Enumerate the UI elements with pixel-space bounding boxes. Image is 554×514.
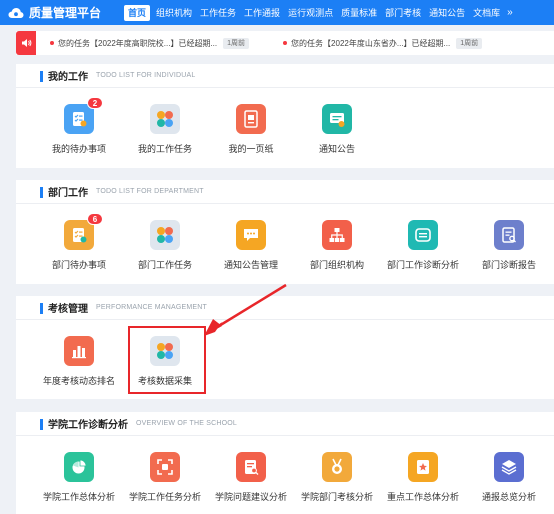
my-work-section: 我的工作 TODO LIST FOR INDIVIDUAL 2 我的待办事项 我… (16, 64, 554, 168)
tile-college-issues-analysis[interactable]: 学院问题建议分析 (208, 452, 294, 503)
tile-announcement-management[interactable]: 通知公告管理 (208, 220, 294, 271)
section-title: 我的工作 (48, 72, 88, 83)
tile-announcements[interactable]: 通知公告 (294, 104, 380, 155)
task-grid-icon (150, 220, 180, 250)
section-title: 部门工作 (48, 188, 88, 199)
top-navigation-bar: 质量管理平台 首页 组织机构 工作任务 工作通报 运行观测点 质量标准 部门考核… (0, 0, 554, 25)
announcement-icon (322, 104, 352, 134)
star-doc-icon (408, 452, 438, 482)
tile-label: 部门待办事项 (51, 260, 106, 270)
search-doc-icon (236, 452, 266, 482)
dot-icon (283, 41, 288, 45)
todo-count-badge: 2 (87, 97, 103, 109)
notice-item[interactable]: 您的任务【2022年度山东省办...】已经超期... 1周前 (283, 37, 483, 49)
tile-label: 通知公告 (318, 144, 355, 154)
tile-college-overall-analysis[interactable]: 学院工作总体分析 (36, 452, 122, 503)
tile-label: 部门组织机构 (309, 260, 364, 270)
notice-text: 您的任务【2022年度高职院校...】已经超期... (58, 38, 218, 48)
notice-bar: 您的任务【2022年度高职院校...】已经超期... 1周前 您的任务【2022… (16, 31, 554, 55)
speaker-icon (16, 31, 36, 55)
tile-key-work-analysis[interactable]: 重点工作总体分析 (380, 452, 466, 503)
section-title: 考核管理 (48, 304, 88, 315)
tile-dept-diagnosis-report[interactable]: 部门诊断报告 (466, 220, 552, 271)
tile-label: 学院工作总体分析 (42, 492, 115, 502)
cloud-logo-icon (8, 7, 24, 19)
checklist-icon: 2 (64, 97, 103, 134)
tile-bulletin-overview[interactable]: 通报总览分析 (466, 452, 552, 503)
drawer-icon (408, 220, 438, 250)
tile-dept-tasks[interactable]: 部门工作任务 (122, 220, 208, 271)
task-grid-icon (150, 104, 180, 134)
section-title: 学院工作诊断分析 (48, 420, 128, 431)
nav-organization[interactable]: 组织机构 (152, 5, 196, 21)
notice-time-tag: 1周前 (223, 37, 250, 49)
tile-label: 我的工作任务 (137, 144, 192, 154)
section-subtitle: TODO LIST FOR DEPARTMENT (96, 188, 204, 195)
tile-my-one-page[interactable]: 我的一页纸 (208, 104, 294, 155)
page-icon (236, 104, 266, 134)
app-title: 质量管理平台 (29, 6, 102, 20)
bar-chart-icon (64, 336, 94, 366)
tile-dept-organization[interactable]: 部门组织机构 (294, 220, 380, 271)
tile-college-task-analysis[interactable]: 学院工作任务分析 (122, 452, 208, 503)
nav-dept-assessment[interactable]: 部门考核 (381, 5, 425, 21)
notice-item[interactable]: 您的任务【2022年度高职院校...】已经超期... 1周前 (50, 37, 250, 49)
main-nav: 首页 组织机构 工作任务 工作通报 运行观测点 质量标准 部门考核 通知公告 文… (124, 0, 516, 25)
dot-icon (50, 41, 54, 45)
tile-label: 重点工作总体分析 (386, 492, 459, 502)
school-analysis-section: 学院工作诊断分析 OVERVIEW OF THE SCHOOL 学院工作总体分析… (16, 412, 554, 514)
highlight-box (128, 326, 206, 394)
tile-college-dept-assessment-analysis[interactable]: 学院部门考核分析 (294, 452, 380, 503)
tile-label: 部门工作诊断分析 (386, 260, 459, 270)
nav-work-tasks[interactable]: 工作任务 (196, 5, 240, 21)
nav-work-bulletin[interactable]: 工作通报 (240, 5, 284, 21)
notice-time-tag: 1周前 (456, 37, 483, 49)
org-chart-icon (322, 220, 352, 250)
layers-icon (494, 452, 524, 482)
nav-document-library[interactable]: 文档库 (469, 5, 504, 21)
focus-icon (150, 452, 180, 482)
tile-my-tasks[interactable]: 我的工作任务 (122, 104, 208, 155)
tile-label: 通报总览分析 (481, 492, 536, 502)
tile-label: 学院工作任务分析 (128, 492, 201, 502)
tile-annual-ranking[interactable]: 年度考核动态排名 (36, 336, 122, 387)
tile-dept-todo[interactable]: 6 部门待办事项 (36, 213, 122, 271)
section-header: 学院工作诊断分析 OVERVIEW OF THE SCHOOL (16, 412, 554, 436)
chat-icon (236, 220, 266, 250)
tile-label: 学院部门考核分析 (300, 492, 373, 502)
tile-label: 学院问题建议分析 (214, 492, 287, 502)
tile-label: 通知公告管理 (223, 260, 278, 270)
nav-notices[interactable]: 通知公告 (425, 5, 469, 21)
medal-icon (322, 452, 352, 482)
section-header: 部门工作 TODO LIST FOR DEPARTMENT (16, 180, 554, 204)
annotation-arrow-icon (204, 283, 287, 336)
section-subtitle: PERFORMANCE MANAGEMENT (96, 304, 207, 311)
pie-chart-icon (64, 452, 94, 482)
section-subtitle: TODO LIST FOR INDIVIDUAL (96, 72, 196, 79)
tile-label: 我的待办事项 (51, 144, 106, 154)
checklist-icon: 6 (64, 213, 103, 250)
nav-home[interactable]: 首页 (124, 4, 151, 21)
brand[interactable]: 质量管理平台 (0, 4, 124, 21)
section-subtitle: OVERVIEW OF THE SCHOOL (136, 420, 237, 427)
tile-label: 我的一页纸 (228, 144, 274, 154)
tile-label: 部门工作任务 (137, 260, 192, 270)
nav-more-icon[interactable]: » (504, 7, 516, 18)
tile-my-todo[interactable]: 2 我的待办事项 (36, 97, 122, 155)
report-icon (494, 220, 524, 250)
department-work-section: 部门工作 TODO LIST FOR DEPARTMENT 6 部门待办事项 部… (16, 180, 554, 284)
notice-text: 您的任务【2022年度山东省办...】已经超期... (291, 38, 451, 48)
section-header: 我的工作 TODO LIST FOR INDIVIDUAL (16, 64, 554, 88)
todo-count-badge: 6 (87, 213, 103, 225)
nav-quality-standards[interactable]: 质量标准 (337, 5, 381, 21)
tile-dept-diagnosis-analysis[interactable]: 部门工作诊断分析 (380, 220, 466, 271)
tile-label: 年度考核动态排名 (42, 376, 115, 386)
nav-observation-points[interactable]: 运行观测点 (284, 5, 337, 21)
tile-label: 部门诊断报告 (481, 260, 536, 270)
